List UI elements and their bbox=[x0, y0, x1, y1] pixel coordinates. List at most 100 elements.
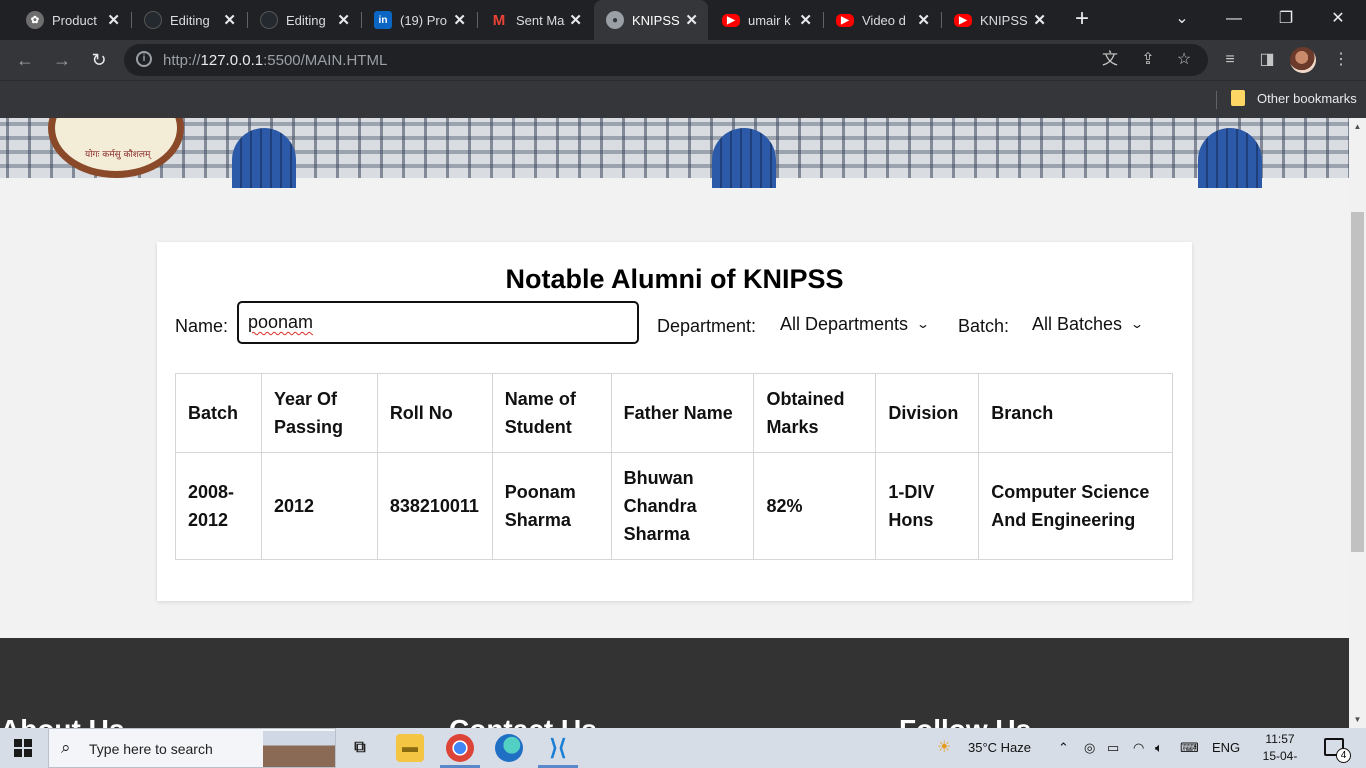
url-text[interactable]: http://127.0.0.1:5500/MAIN.HTML bbox=[163, 52, 387, 69]
chevron-down-icon: ⌄ bbox=[1130, 317, 1145, 331]
close-window-button[interactable]: ✕ bbox=[1312, 0, 1364, 40]
scrollbar-thumb[interactable] bbox=[1351, 212, 1364, 552]
close-icon[interactable]: ✕ bbox=[569, 11, 582, 29]
tab-youtube-2[interactable]: ▶ Video d ✕ bbox=[824, 0, 940, 40]
page-viewport: योगः कर्मसु कौशलम् Notable Alumni of KNI… bbox=[0, 118, 1349, 728]
edge-icon[interactable] bbox=[495, 734, 523, 762]
wifi-icon[interactable]: ◠ bbox=[1133, 740, 1144, 756]
tab-title: (19) Pro bbox=[400, 12, 447, 28]
table-row: 2008-2012 2012 838210011 Poonam Sharma B… bbox=[175, 452, 1173, 560]
alumni-table: Batch Year Of Passing Roll No Name of St… bbox=[175, 373, 1173, 560]
volume-icon[interactable]: 🔈︎ bbox=[1155, 740, 1163, 756]
close-icon[interactable]: ✕ bbox=[917, 11, 930, 29]
close-icon[interactable]: ✕ bbox=[223, 11, 236, 29]
clock-date: 15-04-2023 bbox=[1262, 749, 1298, 768]
cell-branch: Computer Science And Engineering bbox=[978, 452, 1173, 560]
scroll-down-arrow-icon[interactable]: ▼ bbox=[1349, 711, 1366, 728]
search-icon: ⌕ bbox=[61, 738, 71, 757]
search-highlight-image bbox=[263, 731, 335, 767]
batch-filter-label: Batch: bbox=[958, 316, 1010, 336]
batch-select[interactable]: All Batches ⌄ bbox=[1032, 314, 1145, 335]
scroll-up-arrow-icon[interactable]: ▲ bbox=[1349, 118, 1366, 135]
tab-youtube-1[interactable]: ▶ umair k ✕ bbox=[710, 0, 822, 40]
header-year-of-passing: Year Of Passing bbox=[260, 373, 378, 453]
banner-arch bbox=[712, 128, 776, 188]
reading-list-icon[interactable]: ≡ bbox=[1218, 48, 1242, 72]
footer-about-heading: About Us bbox=[0, 714, 124, 728]
close-icon[interactable]: ✕ bbox=[107, 11, 120, 29]
vscode-icon[interactable]: ⟩⟨ bbox=[544, 734, 572, 762]
alumni-card: Notable Alumni of KNIPSS Name: poonam De… bbox=[157, 242, 1192, 601]
github-icon bbox=[144, 11, 162, 29]
weather-text[interactable]: 35°C Haze bbox=[968, 740, 1031, 755]
page-scrollbar[interactable]: ▲ ▼ bbox=[1349, 118, 1366, 728]
tab-gmail[interactable]: M Sent Ma ✕ bbox=[478, 0, 592, 40]
campus-banner-image bbox=[0, 118, 1349, 188]
department-select[interactable]: All Departments ⌄ bbox=[780, 314, 930, 335]
translate-icon[interactable]: 文 bbox=[1098, 48, 1122, 72]
windows-start-icon[interactable] bbox=[14, 739, 32, 757]
address-bar[interactable]: i http://127.0.0.1:5500/MAIN.HTML bbox=[124, 44, 1208, 76]
header-name-of-student: Name of Student bbox=[491, 373, 612, 453]
tab-linkedin[interactable]: in (19) Pro ✕ bbox=[362, 0, 476, 40]
close-icon[interactable]: ✕ bbox=[799, 11, 812, 29]
keyboard-icon[interactable]: ⌨ bbox=[1180, 740, 1199, 756]
tab-search-button[interactable]: ⌄ bbox=[1156, 0, 1208, 40]
cell-name-of-student: Poonam Sharma bbox=[491, 452, 612, 560]
chevron-up-icon[interactable]: ⌃ bbox=[1058, 740, 1069, 756]
meet-now-icon[interactable]: ◎ bbox=[1084, 740, 1095, 756]
language-indicator[interactable]: ENG bbox=[1212, 740, 1240, 755]
file-explorer-icon[interactable]: ▬ bbox=[396, 734, 424, 762]
tab-title: KNIPSS bbox=[632, 12, 680, 28]
github-icon bbox=[260, 11, 278, 29]
bookmark-star-icon[interactable]: ☆ bbox=[1172, 48, 1196, 72]
header-obtained-marks: Obtained Marks bbox=[753, 373, 877, 453]
site-info-icon[interactable]: i bbox=[136, 51, 152, 67]
tab-youtube-3[interactable]: ▶ KNIPSS ✕ bbox=[942, 0, 1056, 40]
name-search-input[interactable]: poonam bbox=[237, 301, 639, 344]
search-placeholder: Type here to search bbox=[89, 741, 213, 757]
menu-kebab-icon[interactable]: ⋮ bbox=[1329, 48, 1353, 72]
cell-division: 1-DIV Hons bbox=[875, 452, 980, 560]
new-tab-button[interactable]: + bbox=[1068, 6, 1096, 34]
taskbar-search-box[interactable]: ⌕ Type here to search bbox=[48, 728, 336, 768]
page-title: Notable Alumni of KNIPSS bbox=[505, 264, 844, 294]
share-icon[interactable]: ⇪ bbox=[1136, 48, 1160, 72]
chrome-icon[interactable] bbox=[446, 734, 474, 762]
forward-icon[interactable]: → bbox=[50, 48, 74, 72]
tab-editing-1[interactable]: Editing ✕ bbox=[132, 0, 246, 40]
table-header-row: Batch Year Of Passing Roll No Name of St… bbox=[175, 373, 1173, 453]
notification-center-icon[interactable]: 4 bbox=[1324, 738, 1351, 763]
close-icon[interactable]: ✕ bbox=[337, 11, 350, 29]
tab-product[interactable]: ✿ Product ✕ bbox=[14, 0, 130, 40]
tab-knipss-active[interactable]: ● KNIPSS ✕ bbox=[594, 0, 708, 40]
other-bookmarks-link[interactable]: Other bookmarks bbox=[1257, 91, 1357, 106]
system-clock[interactable]: 11:57 15-04-2023 bbox=[1250, 731, 1310, 768]
close-icon[interactable]: ✕ bbox=[1033, 11, 1046, 29]
close-icon[interactable]: ✕ bbox=[453, 11, 466, 29]
reload-icon[interactable]: ↻ bbox=[87, 48, 111, 72]
minimize-button[interactable]: — bbox=[1208, 0, 1260, 40]
restore-button[interactable]: ❐ bbox=[1260, 0, 1312, 40]
tab-title: Sent Ma bbox=[516, 12, 565, 28]
header-batch: Batch bbox=[175, 373, 262, 453]
cell-year-of-passing: 2012 bbox=[260, 452, 378, 560]
department-filter-label: Department: bbox=[657, 316, 757, 336]
profile-avatar[interactable] bbox=[1290, 47, 1316, 73]
bookmarks-bar: Other bookmarks bbox=[0, 80, 1366, 118]
back-icon[interactable]: ← bbox=[13, 48, 37, 72]
header-branch: Branch bbox=[978, 373, 1173, 453]
footer-contact-heading: Contact Us bbox=[449, 714, 597, 728]
tab-title: Product bbox=[52, 12, 97, 28]
battery-icon[interactable]: ▭ bbox=[1107, 740, 1119, 756]
gmail-icon: M bbox=[492, 11, 506, 29]
bookmarks-separator bbox=[1216, 91, 1217, 109]
close-icon[interactable]: ✕ bbox=[685, 11, 698, 29]
folder-icon bbox=[1231, 90, 1245, 106]
windows-taskbar: ⌕ Type here to search ⧉ ▬ ⟩⟨ ☀ 35°C Haze… bbox=[0, 728, 1366, 768]
header-roll-no: Roll No bbox=[376, 373, 493, 453]
browser-tab-strip: ✿ Product ✕ Editing ✕ Editing ✕ in (19) … bbox=[0, 0, 1366, 40]
side-panel-icon[interactable]: ◨ bbox=[1255, 48, 1279, 72]
tab-editing-2[interactable]: Editing ✕ bbox=[248, 0, 360, 40]
task-view-icon[interactable]: ⧉ bbox=[346, 734, 374, 762]
